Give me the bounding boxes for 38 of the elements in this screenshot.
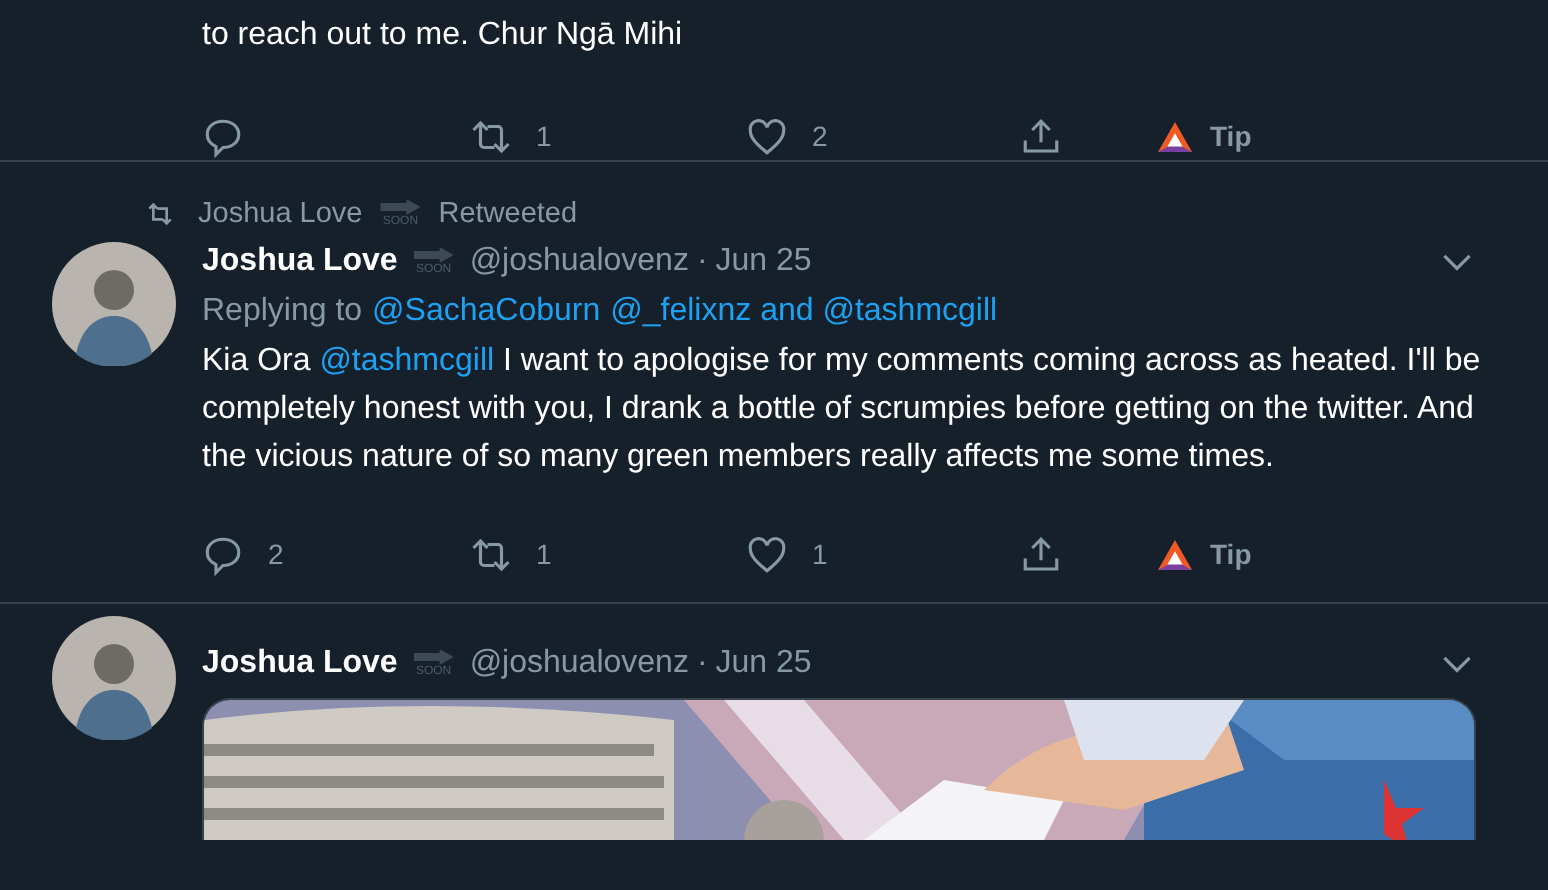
chevron-icon[interactable] — [1442, 253, 1472, 271]
heart-icon[interactable] — [746, 115, 788, 157]
action-count: 1 — [536, 120, 552, 152]
reply-icon[interactable] — [202, 115, 244, 157]
retweet-icon — [144, 198, 176, 230]
mention-link[interactable]: @tashmcgill — [319, 344, 495, 378]
retweet-icon[interactable] — [470, 533, 512, 575]
retweet-icon[interactable] — [470, 115, 512, 157]
avatar[interactable] — [52, 242, 176, 366]
tweet-text: to reach out to me. Chur Ngā Mihi — [202, 16, 685, 56]
triangle-icon — [1156, 119, 1194, 153]
replying-label: Replying to — [202, 294, 363, 330]
tip-button[interactable]: Tip — [1156, 537, 1252, 571]
retweeter-name[interactable]: Joshua Love — [198, 198, 363, 230]
author-handle[interactable]: @joshualovenz — [469, 244, 689, 280]
action-count: 2 — [268, 538, 284, 570]
share-icon[interactable] — [1020, 115, 1062, 157]
author-handle[interactable]: @joshualovenz — [469, 646, 689, 682]
mention-link[interactable]: @SachaCoburn — [372, 294, 601, 330]
dot-separator: · — [696, 646, 708, 682]
tip-button[interactable]: Tip — [1156, 119, 1252, 153]
dot-separator: · — [696, 244, 708, 280]
mention-link[interactable]: @_felixnz and @tashmcgill — [610, 294, 998, 330]
chevron-icon[interactable] — [1442, 655, 1472, 673]
share-icon[interactable] — [1020, 533, 1062, 575]
tweet-date[interactable]: Jun 25 — [715, 646, 812, 682]
action-count: 2 — [812, 120, 828, 152]
author-name[interactable]: Joshua Love — [202, 646, 398, 682]
triangle-icon — [1156, 537, 1194, 571]
action-count: 1 — [536, 538, 552, 570]
tweet-date[interactable]: Jun 25 — [715, 244, 812, 280]
tweet-text: Kia Ora @tashmcgill I want to apologise for my comments coming across as heated. I'll be completely honest with you, I drank a bottle of scrumpies before getting on the twitter. And the vicious nature of so many green members really affects me some times. — [202, 342, 1482, 478]
avatar[interactable] — [52, 616, 176, 740]
author-name[interactable]: Joshua Love — [202, 244, 398, 280]
retweeted-label: Retweeted — [438, 198, 578, 230]
action-count: 1 — [812, 538, 828, 570]
reply-icon[interactable] — [202, 533, 244, 575]
heart-icon[interactable] — [746, 533, 788, 575]
